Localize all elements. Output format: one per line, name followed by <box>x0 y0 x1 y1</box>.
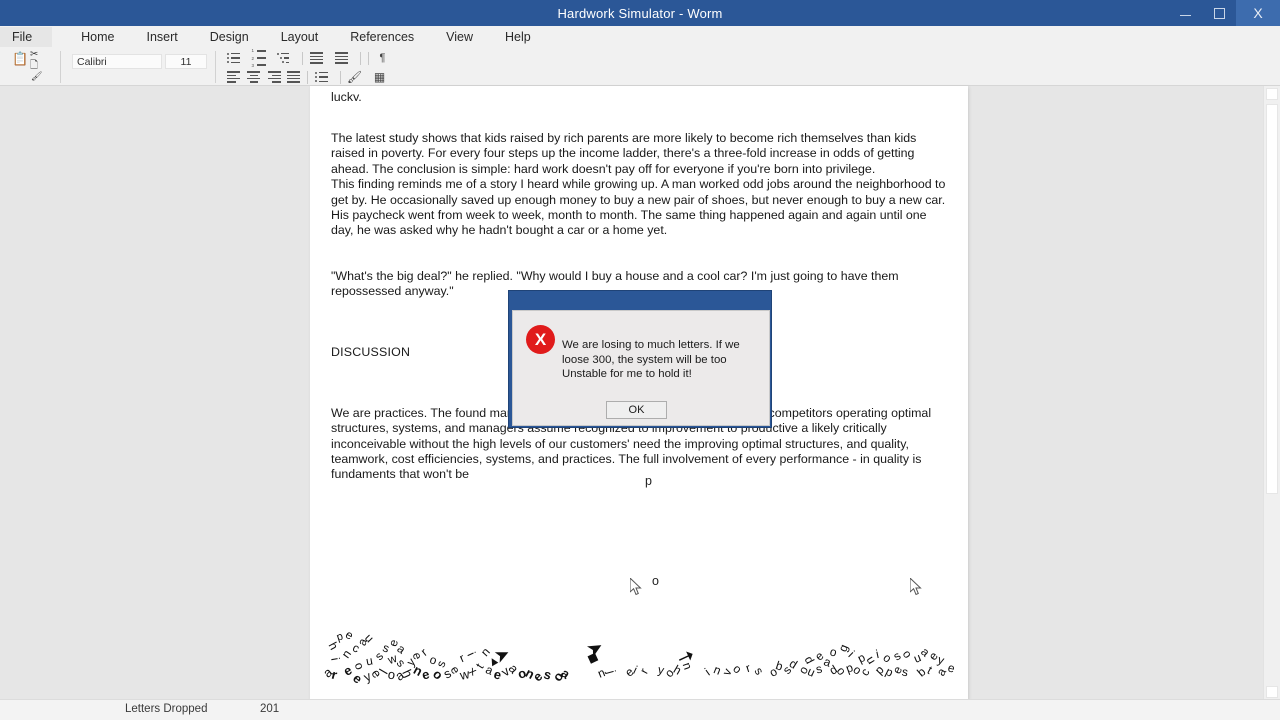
multilevel-list-icon[interactable] <box>275 51 292 65</box>
ribbon: File Home Insert Design Layout Reference… <box>0 26 1280 86</box>
mouse-cursor-right <box>910 578 923 597</box>
tab-help[interactable]: Help <box>492 27 544 47</box>
tab-insert[interactable]: Insert <box>134 27 191 47</box>
shading-icon[interactable]: 🖌 <box>346 70 363 84</box>
scissors-icon[interactable]: ✂ <box>30 50 38 60</box>
paragraph-divider-c <box>368 51 369 65</box>
app-root: Hardwork Simulator - Worm X File Home In… <box>0 0 1280 720</box>
copy-icon[interactable]: 🗋 <box>30 61 38 71</box>
paragraph-row-2: 🖌 ▦ <box>225 70 396 84</box>
decrease-indent-icon[interactable] <box>308 51 325 65</box>
line-spacing-icon[interactable] <box>313 70 330 84</box>
font-size-input[interactable]: 11 <box>165 54 207 69</box>
tab-home[interactable]: Home <box>68 27 127 47</box>
scroll-down-button[interactable] <box>1266 686 1278 698</box>
error-icon: X <box>526 325 555 354</box>
align-left-icon[interactable] <box>225 70 242 84</box>
mouse-cursor-left <box>630 578 643 597</box>
fallen-letters-pile: a h p e i n c a u r e o u e y e l o a h <box>320 627 957 687</box>
letters-dropped-value: 201 <box>260 703 280 715</box>
maximize-button[interactable] <box>1202 0 1236 26</box>
doc-paragraph-1: The latest study shows that kids raised … <box>331 131 917 176</box>
window-title: Hardwork Simulator - Worm <box>557 5 723 21</box>
error-message: We are losing to much letters. If we loo… <box>562 339 740 381</box>
show-formatting-marks-icon[interactable]: ¶ <box>374 51 391 65</box>
group-divider-1 <box>60 51 61 83</box>
clipboard-group: 📋 ✂ 🗋 🖌 <box>10 48 54 85</box>
minimize-button[interactable] <box>1168 0 1202 26</box>
font-family-input[interactable]: Calibri <box>72 54 162 69</box>
stray-letter-p: p <box>645 474 652 488</box>
format-painter-icon[interactable]: 🖌 <box>31 72 42 81</box>
status-bar: Letters Dropped 201 <box>0 699 1280 720</box>
tab-layout[interactable]: Layout <box>268 27 332 47</box>
close-button[interactable]: X <box>1236 0 1280 26</box>
scroll-up-button[interactable] <box>1266 88 1278 100</box>
paragraph-divider-b <box>360 51 361 65</box>
paragraph-row-1: 123 ¶ <box>225 48 399 68</box>
vertical-scrollbar[interactable] <box>1263 86 1280 700</box>
bullet-list-icon[interactable] <box>225 51 242 65</box>
minimize-icon <box>1179 14 1191 16</box>
error-dialog: X We are losing to much letters. If we l… <box>508 290 772 428</box>
maximize-icon <box>1213 7 1225 19</box>
window-controls: X <box>1168 0 1280 26</box>
ok-button[interactable]: OK <box>606 401 667 419</box>
error-icon-glyph: X <box>534 329 547 349</box>
doc-paragraph-2: This finding reminds me of a story I hea… <box>331 177 946 238</box>
tab-file[interactable]: File <box>0 27 53 47</box>
cursor-arrow-icon <box>910 578 922 596</box>
paste-icon[interactable]: 📋 <box>12 52 28 65</box>
tab-references[interactable]: References <box>337 27 427 47</box>
paragraph-divider-d <box>307 70 308 84</box>
doc-clipped-line: lucky. <box>331 90 362 101</box>
group-divider-2 <box>215 51 216 83</box>
error-dialog-titlebar[interactable] <box>509 291 771 310</box>
cursor-arrow-icon <box>630 578 642 596</box>
scrollbar-thumb[interactable] <box>1266 104 1278 494</box>
borders-icon[interactable]: ▦ <box>371 70 388 84</box>
error-dialog-body: X We are losing to much letters. If we l… <box>512 310 770 426</box>
align-right-icon[interactable] <box>265 70 282 84</box>
ribbon-body: 📋 ✂ 🗋 🖌 Calibri 11 123 ¶ 🖌 ▦ <box>0 48 1280 85</box>
close-icon: X <box>1253 5 1263 21</box>
numbered-list-icon[interactable]: 123 <box>250 48 267 68</box>
letters-dropped-label: Letters Dropped <box>125 703 208 715</box>
ribbon-tabs: File Home Insert Design Layout Reference… <box>0 26 550 48</box>
tab-design[interactable]: Design <box>197 27 262 47</box>
justify-icon[interactable] <box>285 70 302 84</box>
paragraph-divider-a <box>302 51 303 65</box>
stray-letter-o: o <box>652 574 659 588</box>
tab-view[interactable]: View <box>433 27 486 47</box>
increase-indent-icon[interactable] <box>333 51 350 65</box>
paragraph-divider-e <box>340 70 341 84</box>
align-center-icon[interactable] <box>245 70 262 84</box>
window-titlebar: Hardwork Simulator - Worm X <box>0 0 1280 26</box>
